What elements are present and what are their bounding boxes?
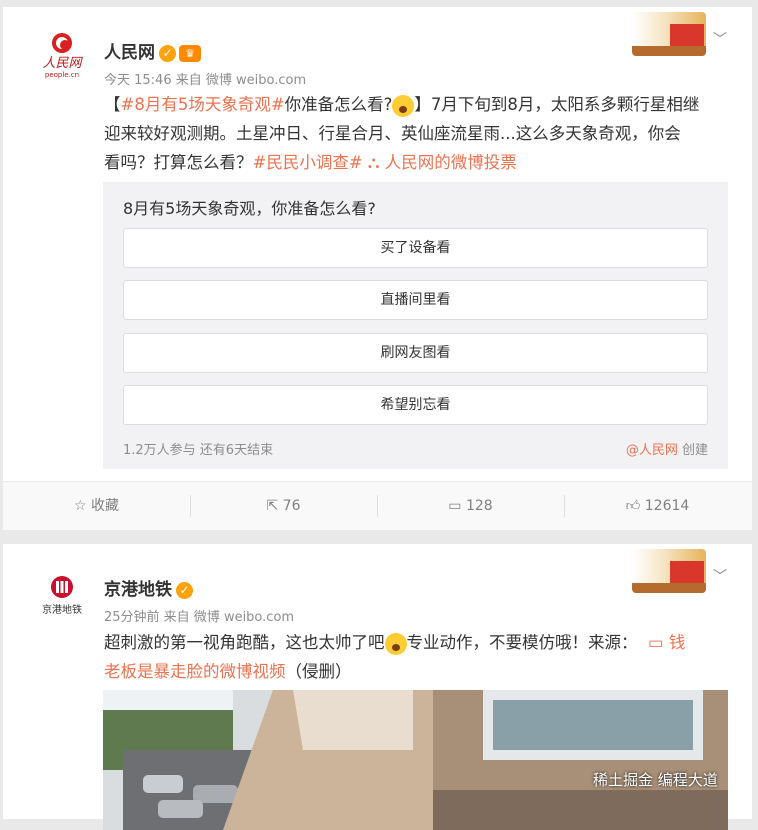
weibo-post-card: 人民网 people.cn 人民网 ✓ ♛ 今天 15:46 来自 微博 weibo… <box>3 7 752 530</box>
post-text-line-1: 【#8月有5场天象奇观#你准备怎么看? 】7月下旬到8月，太阳系多颗行星相继 <box>104 90 734 119</box>
share-icon: ⇱ <box>266 498 279 514</box>
comment-icon: ▭ <box>448 498 462 514</box>
favorite-button[interactable]: ☆ 收藏 <box>3 482 190 530</box>
svg-text:people.cn: people.cn <box>45 71 79 79</box>
like-button[interactable]: 👍︎ 12614 <box>564 482 751 530</box>
video-link[interactable]: ▭ 钱 <box>648 633 685 652</box>
svg-text:京港地铁: 京港地铁 <box>42 603 82 616</box>
poll-stats: 1.2万人参与 还有6天结束 <box>123 443 274 458</box>
poll-link[interactable]: ⛬ 人民网的微博投票 <box>363 153 517 172</box>
post-text-line-2: 老板是暴走脸的微博视频（侵删） <box>104 662 352 681</box>
avatar[interactable]: 人民网 people.cn <box>35 29 89 83</box>
poll-link-icon: ⛬ <box>367 153 380 172</box>
poll-source: @人民网 创建 <box>625 443 708 458</box>
great-wall-decoration-icon <box>632 549 706 593</box>
video-link[interactable]: 老板是暴走脸的微博视频 <box>104 662 286 681</box>
video-icon: ▭ <box>648 633 664 652</box>
scared-emoji-icon <box>384 632 407 655</box>
post-meta: 25分钟前 来自 微博 weibo.com <box>104 610 295 625</box>
post-text-line-3: 看吗？打算怎么看？#民民小调查# ⛬ 人民网的微博投票 <box>104 153 517 172</box>
post-text: 超刺激的第一视角跑酷，这也太帅了吧 专业动作，不要模仿哦！来源： ▭ 钱 老板是暴… <box>104 628 734 686</box>
video-thumbnail[interactable] <box>103 690 728 830</box>
people-daily-logo-icon: 人民网 people.cn <box>42 33 83 79</box>
star-icon: ☆ <box>73 498 87 514</box>
verified-icon: ✓ <box>176 581 193 599</box>
poll-option[interactable]: 希望别忘看 <box>123 385 708 425</box>
great-wall-decoration-icon <box>632 12 706 56</box>
chevron-down-icon[interactable]: ﹀ <box>713 566 727 586</box>
post-text: 【#8月有5场天象奇观#你准备怎么看? 】7月下旬到8月，太阳系多颗行星相继 迎来… <box>104 90 734 177</box>
chevron-down-icon[interactable]: ﹀ <box>713 29 727 49</box>
scared-emoji-icon <box>392 94 415 117</box>
poll-option[interactable]: 直播间里看 <box>123 280 708 320</box>
poll-card: 8月有5场天象奇观，你准备怎么看? 买了设备看 直播间里看 刷网友图看 希望别忘… <box>103 182 728 469</box>
poll-option[interactable]: 买了设备看 <box>123 228 708 268</box>
poll-title: 8月有5场天象奇观，你准备怎么看? <box>123 199 376 218</box>
mtr-logo-icon: 京港地铁 <box>42 576 82 616</box>
post-text-line-2: 迎来较好观测期。土星冲日、行星合月、英仙座流星雨...这么多天象奇观，你会 <box>104 124 681 143</box>
vip-crown-icon: ♛ <box>179 44 201 62</box>
author-name-row: 人民网 ✓ ♛ <box>104 38 201 63</box>
thumbs-up-icon: 👍︎ <box>625 498 641 514</box>
action-bar: ☆ 收藏 ⇱ 76 ▭ 128 👍︎ 12614 <box>3 481 752 530</box>
avatar[interactable]: 京港地铁 <box>35 568 89 622</box>
repost-button[interactable]: ⇱ 76 <box>190 482 377 530</box>
topic-link[interactable]: #8月有5场天象奇观# <box>121 95 285 114</box>
author-name[interactable]: 人民网 <box>104 43 155 63</box>
author-name[interactable]: 京港地铁 <box>104 580 172 600</box>
topic-link[interactable]: #民民小调查# <box>253 153 363 172</box>
post-meta: 今天 15:46 来自 微博 weibo.com <box>104 73 307 88</box>
weibo-post-card: 京港地铁 京港地铁 ✓ 25分钟前 来自 微博 weibo.com ﹀ 超刺激的第… <box>3 544 752 830</box>
author-name-row: 京港地铁 ✓ <box>104 575 193 600</box>
poll-option[interactable]: 刷网友图看 <box>123 333 708 373</box>
poll-source-link[interactable]: @人民网 <box>626 443 678 458</box>
comment-button[interactable]: ▭ 128 <box>377 482 564 530</box>
svg-text:人民网: 人民网 <box>42 56 83 71</box>
verified-icon: ✓ <box>159 44 176 62</box>
watermark: 稀土掘金 编程大道 <box>593 771 718 789</box>
post-text-line-1: 超刺激的第一视角跑酷，这也太帅了吧 专业动作，不要模仿哦！来源： ▭ 钱 <box>104 628 734 657</box>
video-frame-image <box>103 690 728 830</box>
